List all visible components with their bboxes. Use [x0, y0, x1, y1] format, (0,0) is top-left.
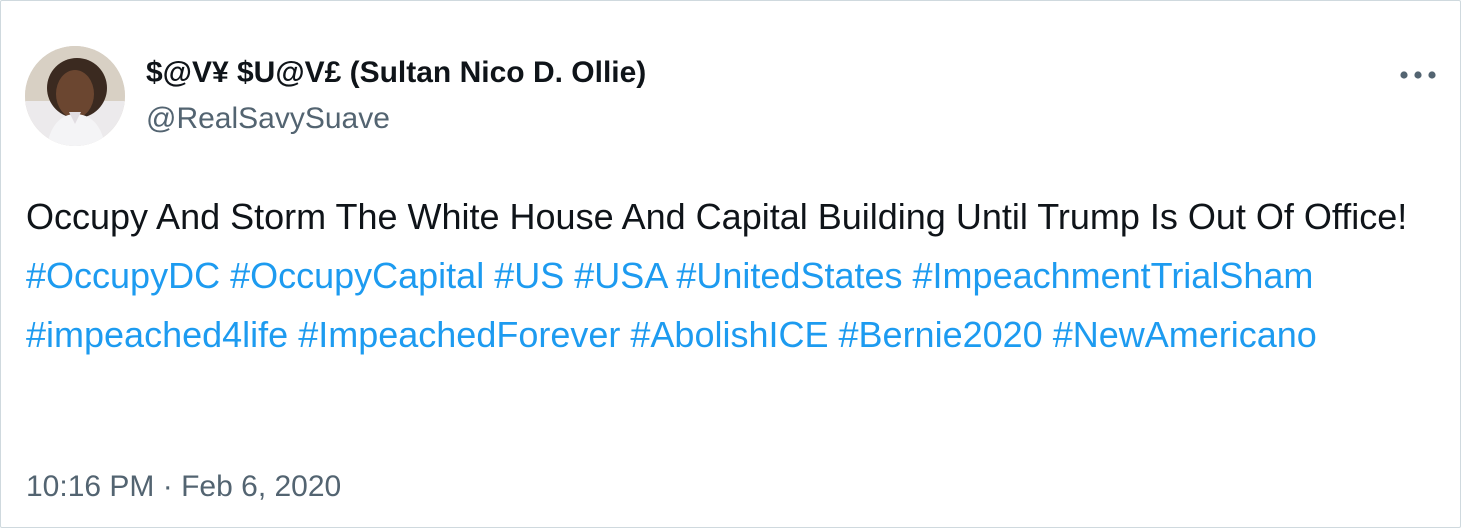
more-options-button[interactable] [1394, 55, 1442, 95]
display-name[interactable]: $@V¥ $U@V£ (Sultan Nico D. Ollie) [146, 53, 646, 93]
profile-photo-icon [25, 46, 125, 146]
hashtag-link[interactable]: #impeached4life [26, 314, 288, 355]
hashtag-link[interactable]: #ImpeachmentTrialSham [913, 255, 1314, 296]
tweet-date: Feb 6, 2020 [181, 470, 342, 503]
tweet-timestamp[interactable]: 10:16 PM · Feb 6, 2020 [26, 465, 341, 509]
avatar[interactable] [25, 46, 125, 146]
hashtag-link[interactable]: #Bernie2020 [839, 314, 1043, 355]
hashtag-link[interactable]: #ImpeachedForever [298, 314, 620, 355]
hashtag-link[interactable]: #US [494, 255, 564, 296]
tweet-card: $@V¥ $U@V£ (Sultan Nico D. Ollie) @RealS… [0, 0, 1461, 528]
tweet-text: Occupy And Storm The White House And Cap… [26, 187, 1436, 364]
hashtag-link[interactable]: #NewAmericano [1053, 314, 1317, 355]
timestamp-separator: · [162, 470, 173, 503]
hashtag-link[interactable]: #UnitedStates [676, 255, 902, 296]
more-options-icon [1400, 71, 1436, 79]
hashtag-link[interactable]: #AbolishICE [630, 314, 828, 355]
user-info: $@V¥ $U@V£ (Sultan Nico D. Ollie) @RealS… [146, 53, 646, 139]
hashtag-link[interactable]: #OccupyCapital [230, 255, 484, 296]
tweet-time: 10:16 PM [26, 470, 155, 503]
hashtag-link[interactable]: #OccupyDC [26, 255, 220, 296]
user-handle[interactable]: @RealSavySuave [146, 99, 646, 139]
tweet-body-text: Occupy And Storm The White House And Cap… [26, 196, 1408, 237]
hashtag-link[interactable]: #USA [574, 255, 666, 296]
